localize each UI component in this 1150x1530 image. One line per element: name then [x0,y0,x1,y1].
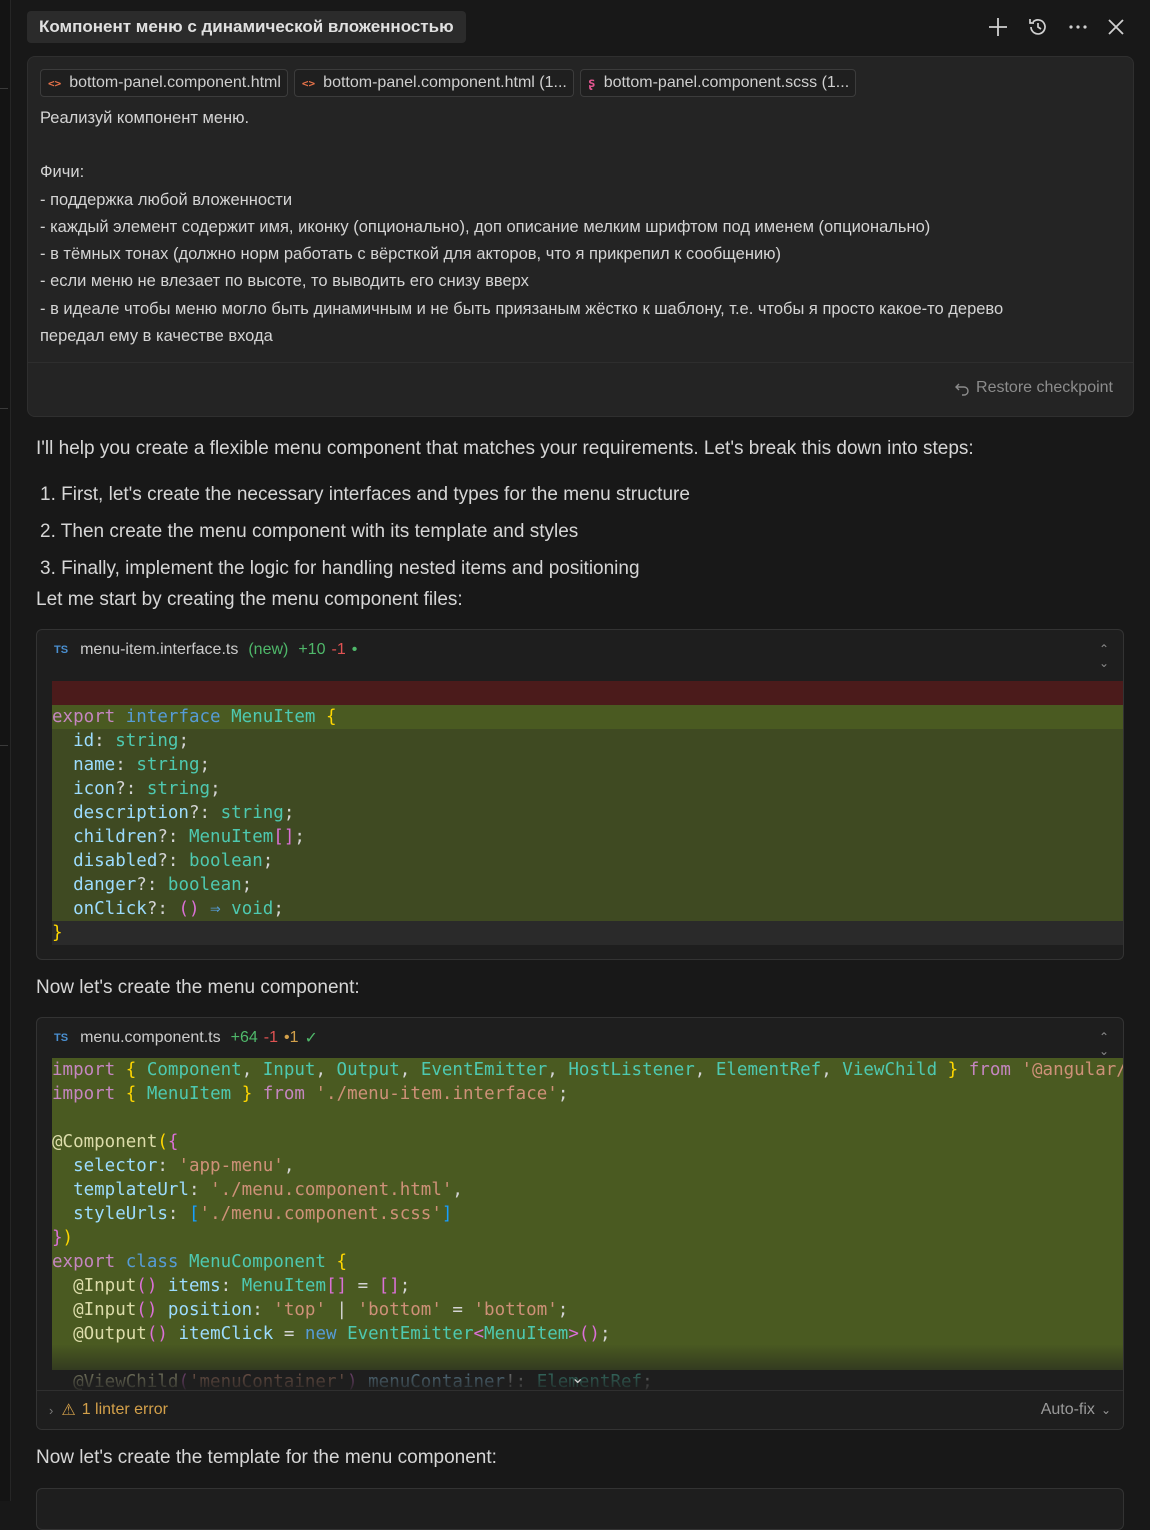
history-icon [1029,19,1046,35]
code-line: children?: MenuItem[]; [52,825,1123,849]
code-line: @Component({ [52,1130,1123,1154]
linter-error-label[interactable]: 1 linter error [82,1401,168,1419]
attachment-chip[interactable]: ʂ bottom-panel.component.scss (1... [579,69,857,97]
lines-removed: -1 [331,641,346,658]
steps-list: 1. First, let's create the necessary int… [40,476,690,587]
attachment-chip[interactable]: <> bottom-panel.component.html (1... [293,69,574,97]
message-line: - если меню не влезает по высоте, то выв… [40,272,529,291]
attachment-label: bottom-panel.component.html (1... [323,74,567,91]
status-dot: • [351,641,358,658]
code-line: onClick?: () ⇒ void; [52,897,1123,921]
edge-divider [0,745,8,746]
assistant-now-component: Now let's create the menu component: [36,977,360,998]
attachment-label: bottom-panel.component.scss (1... [603,74,850,91]
message-line [40,132,1120,159]
close-icon [1108,19,1124,35]
assistant-intro: I'll help you create a flexible menu com… [36,438,974,459]
message-line: Реализуй компонент меню. [40,109,250,127]
code-line: description?: string; [52,801,1123,825]
attachment-list: <> bottom-panel.component.html <> bottom… [40,69,857,97]
code-line: export interface MenuItem { [52,705,1123,729]
code-block-component: TS menu.component.ts +64 -1 •1 ✓ ⌃ ⌄ impo… [36,1017,1124,1430]
code-block-header[interactable]: TS menu-item.interface.ts (new) +10 -1 •… [37,630,1123,670]
user-message-card[interactable]: <> bottom-panel.component.html <> bottom… [27,56,1134,417]
removed-line [52,681,1123,705]
code-block-interface: TS menu-item.interface.ts (new) +10 -1 •… [36,629,1124,960]
code-line: import { Component, Input, Output, Event… [52,1058,1123,1082]
code-line: templateUrl: './menu.component.html', [52,1178,1123,1202]
code-line: @Input() position: 'top' | 'bottom' = 'b… [52,1298,1123,1322]
chevron-down-icon[interactable]: ⌄ [571,1368,584,1388]
message-line: - поддержка любой вложенности [40,190,293,209]
autofix-button[interactable]: Auto-fix ⌄ [1041,1401,1111,1419]
code-line: }) [52,1226,1123,1250]
card-divider [28,362,1133,363]
scss-icon: ʂ [587,75,596,91]
code-line: selector: 'app-menu', [52,1154,1123,1178]
code-line: icon?: string; [52,777,1123,801]
code-line: id: string; [52,729,1123,753]
message-text: Реализуй компонент меню. Фичи: - поддерж… [40,105,1120,350]
lines-added: +10 [298,641,326,658]
linter-footer: › ⚠ 1 linter error Auto-fix ⌄ [37,1390,1123,1429]
message-line: Фичи: [40,163,85,182]
more-options-button[interactable] [1063,12,1093,42]
edge-divider [0,88,8,89]
expand-collapse-icon[interactable]: ⌃ ⌄ [1099,642,1109,670]
history-button[interactable] [1023,12,1053,42]
edge-divider [0,408,8,409]
code-line: danger?: boolean; [52,873,1123,897]
message-line: передал ему в качестве входа [40,327,273,346]
message-line: - в идеале чтобы меню могло быть динамич… [40,299,1004,318]
code-block-header[interactable]: TS menu.component.ts +64 -1 •1 ✓ ⌃ ⌄ [37,1018,1123,1058]
undo-icon [955,383,969,396]
check-icon: ✓ [304,1030,318,1047]
code-line: import { MenuItem } from './menu-item.in… [52,1082,1123,1106]
ellipsis-icon [1069,25,1087,29]
restore-label: Restore checkpoint [976,379,1113,396]
code-line: } [52,921,1123,945]
autofix-label: Auto-fix [1040,1401,1095,1418]
lines-removed: -1 [263,1029,278,1046]
step-item: 2. Then create the menu component with i… [40,521,579,542]
message-line: - каждый элемент содержит имя, иконку (о… [40,217,931,236]
html-icon: <> [301,76,316,90]
code-filename[interactable]: menu.component.ts [80,1029,221,1047]
restore-checkpoint-button[interactable]: Restore checkpoint [954,379,1113,397]
typescript-icon: TS [54,1032,69,1044]
assistant-now-template: Now let's create the template for the me… [36,1447,497,1468]
warning-icon: ⚠ [61,1402,76,1419]
chat-header: Компонент меню с динамической вложенност… [27,10,1134,44]
code-line: @Output() itemClick = new EventEmitter<M… [52,1322,1123,1346]
close-button[interactable] [1101,12,1131,42]
chat-title[interactable]: Компонент меню с динамической вложенност… [27,11,466,43]
code-line: name: string; [52,753,1123,777]
expand-collapse-icon[interactable]: ⌃ ⌄ [1099,1030,1109,1058]
code-line: export class MenuComponent { [52,1250,1123,1274]
code-line: styleUrls: ['./menu.component.scss'] [52,1202,1123,1226]
chevron-right-icon[interactable]: › [49,1403,53,1418]
message-line: - в тёмных тонах (должно норм работать с… [40,245,782,264]
code-content: export interface MenuItem { id: string; … [52,681,1123,945]
code-line: @Input() items: MenuItem[] = []; [52,1274,1123,1298]
html-icon: <> [48,76,62,90]
chevron-down-icon: ⌄ [1100,1403,1111,1417]
typescript-icon: TS [54,644,69,656]
new-chat-button[interactable] [983,12,1013,42]
code-line: disabled?: boolean; [52,849,1123,873]
left-edge-strip [0,0,11,1501]
plus-icon [989,18,1007,36]
attachment-chip[interactable]: <> bottom-panel.component.html [40,69,288,97]
step-item: 3. Finally, implement the logic for hand… [40,558,640,579]
lines-added: +64 [230,1029,258,1046]
code-block-template [36,1488,1124,1530]
code-filename[interactable]: menu-item.interface.ts [80,641,238,659]
assistant-start-text: Let me start by creating the menu compon… [36,589,463,610]
warning-count: •1 [283,1029,299,1046]
step-item: 1. First, let's create the necessary int… [40,484,690,505]
attachment-label: bottom-panel.component.html [69,74,281,91]
code-line [52,1106,1123,1130]
new-file-label: (new) [248,641,289,658]
